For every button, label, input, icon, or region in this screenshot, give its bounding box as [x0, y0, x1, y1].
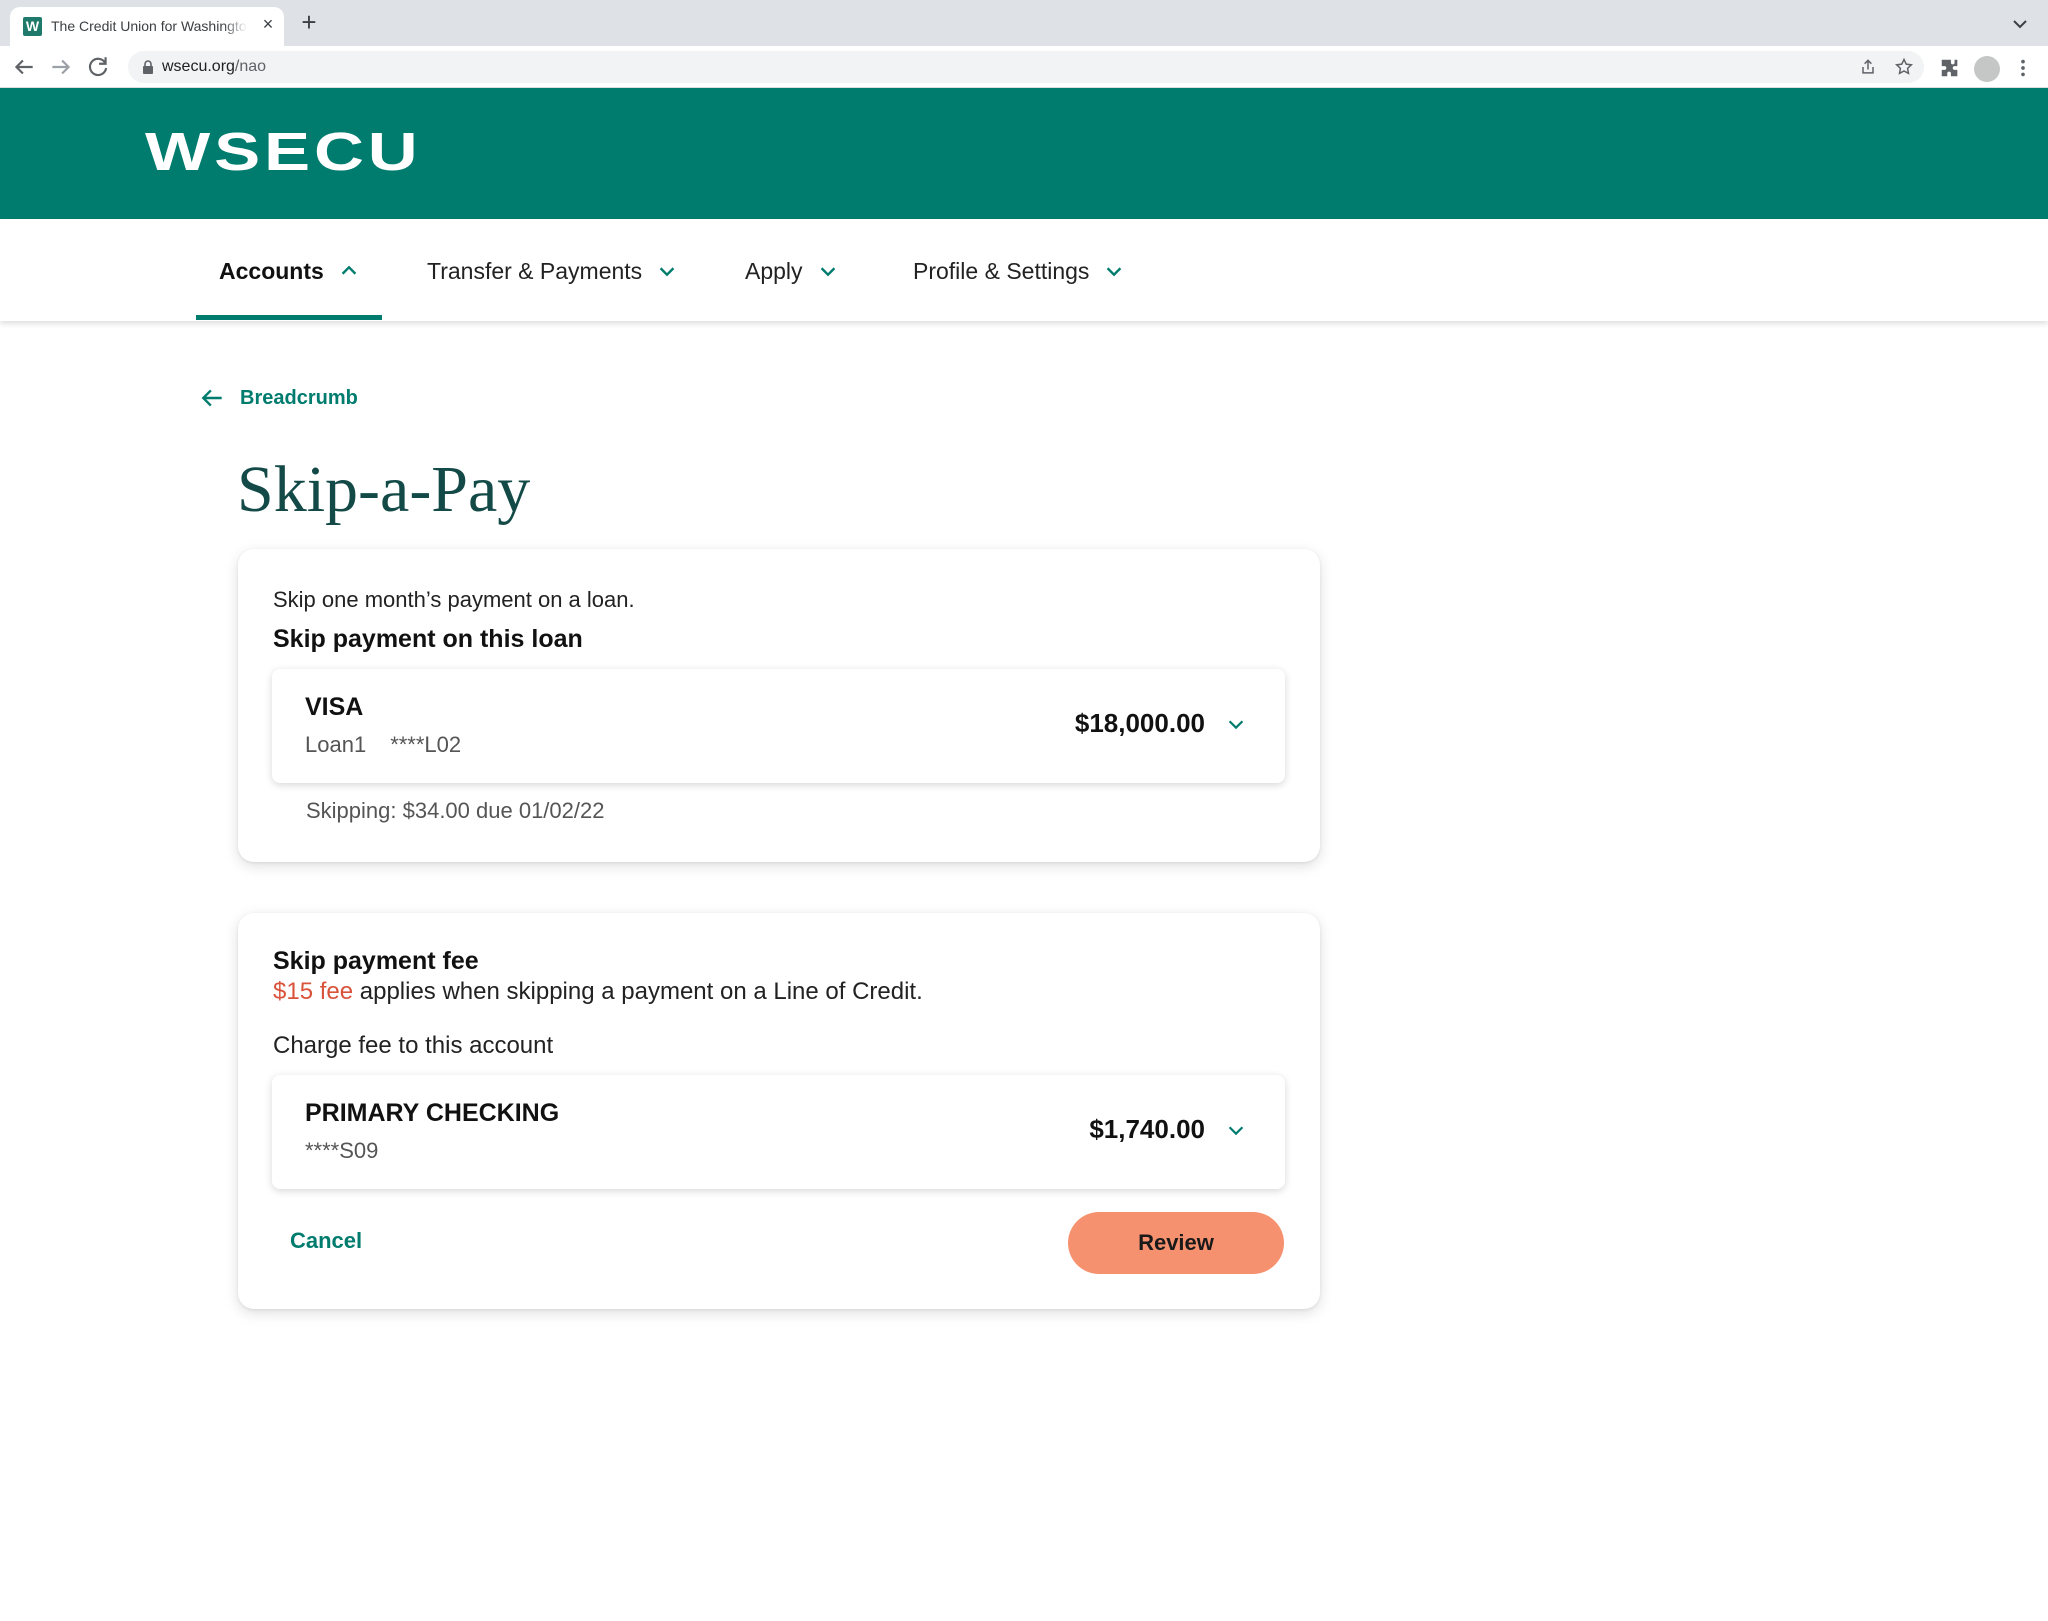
arrow-left-icon — [201, 389, 222, 407]
charge-account-label: Charge fee to this account — [273, 1032, 554, 1059]
address-bar[interactable]: wsecu.org/nao — [128, 51, 1924, 83]
account-number: ****L02 — [390, 732, 462, 757]
account-balance: $18,000.00 — [1074, 708, 1205, 738]
nav-item-accounts[interactable]: Accounts — [219, 255, 360, 287]
close-tab-icon[interactable]: × — [258, 14, 278, 34]
nav-item-apply[interactable]: Apply — [745, 255, 839, 287]
chevron-down-icon[interactable] — [1225, 1119, 1247, 1141]
main-navigation: Accounts Transfer & Payments Apply Profi… — [0, 219, 2048, 321]
skip-loan-card: Skip one month’s payment on a loan. Skip… — [238, 549, 1320, 862]
chevron-down-icon[interactable] — [1225, 713, 1247, 735]
share-icon[interactable] — [1858, 57, 1878, 77]
browser-tabstrip: W The Credit Union for Washington × + — [0, 0, 2048, 46]
nav-item-transfer-payments[interactable]: Transfer & Payments — [427, 255, 678, 287]
bookmark-star-icon[interactable] — [1894, 57, 1914, 77]
nav-item-profile-settings[interactable]: Profile & Settings — [913, 255, 1125, 287]
nav-item-label: Transfer & Payments — [427, 257, 643, 284]
nav-item-label: Accounts — [219, 257, 324, 284]
site-header: WSECU — [0, 88, 2048, 219]
account-name: VISA — [305, 693, 364, 721]
fee-description: $15 fee applies when skipping a payment … — [273, 978, 923, 1005]
back-arrow-icon[interactable] — [11, 54, 37, 80]
lock-icon[interactable] — [140, 59, 156, 75]
tab-title: The Credit Union for Washington — [51, 18, 247, 34]
profile-avatar[interactable] — [1974, 56, 2000, 82]
nav-item-label: Profile & Settings — [913, 257, 1090, 284]
section-title: Skip payment fee — [273, 947, 479, 975]
chevron-down-icon — [820, 267, 835, 277]
breadcrumb-label: Breadcrumb — [240, 386, 358, 409]
skip-fee-card: Skip payment fee $15 fee applies when sk… — [238, 913, 1320, 1309]
account-details: Loan1 ****L02 — [305, 732, 461, 758]
active-nav-indicator — [196, 315, 382, 320]
account-nickname: Loan1 — [305, 732, 367, 757]
chevron-up-icon — [341, 265, 357, 275]
cancel-button[interactable]: Cancel — [290, 1228, 362, 1254]
browser-menu-icon[interactable] — [2012, 57, 2034, 79]
new-tab-icon[interactable]: + — [297, 9, 321, 35]
skipping-info: Skipping: $34.00 due 01/02/22 — [306, 798, 605, 823]
account-name: PRIMARY CHECKING — [305, 1099, 560, 1127]
fee-account-selector[interactable]: PRIMARY CHECKING ****S09 $1,740.00 — [272, 1075, 1285, 1189]
fee-amount: $15 fee — [273, 978, 354, 1005]
breadcrumb[interactable]: Breadcrumb — [200, 385, 358, 411]
wsecu-logo[interactable]: WSECU — [145, 125, 421, 179]
extensions-puzzle-icon[interactable] — [1939, 57, 1961, 79]
nav-item-label: Apply — [745, 257, 803, 284]
account-number: ****S09 — [305, 1138, 379, 1163]
browser-toolbar: wsecu.org/nao — [0, 46, 2048, 88]
intro-text: Skip one month’s payment on a loan. — [273, 587, 635, 612]
reload-icon[interactable] — [85, 54, 111, 80]
review-button[interactable]: Review — [1068, 1212, 1284, 1274]
chevron-down-icon — [659, 267, 675, 277]
url-text[interactable]: wsecu.org/nao — [162, 58, 266, 76]
tab-search-chevron-icon[interactable] — [2008, 12, 2032, 36]
wsecu-favicon-icon: W — [23, 17, 42, 36]
browser-tab[interactable]: W The Credit Union for Washington × — [10, 7, 284, 46]
section-title: Skip payment on this loan — [273, 625, 583, 653]
account-balance: $1,740.00 — [1089, 1114, 1205, 1144]
loan-account-selector[interactable]: VISA Loan1 ****L02 $18,000.00 — [272, 669, 1285, 783]
page-title: Skip-a-Pay — [237, 453, 531, 526]
forward-arrow-icon[interactable] — [48, 54, 74, 80]
chevron-down-icon — [1107, 267, 1122, 277]
